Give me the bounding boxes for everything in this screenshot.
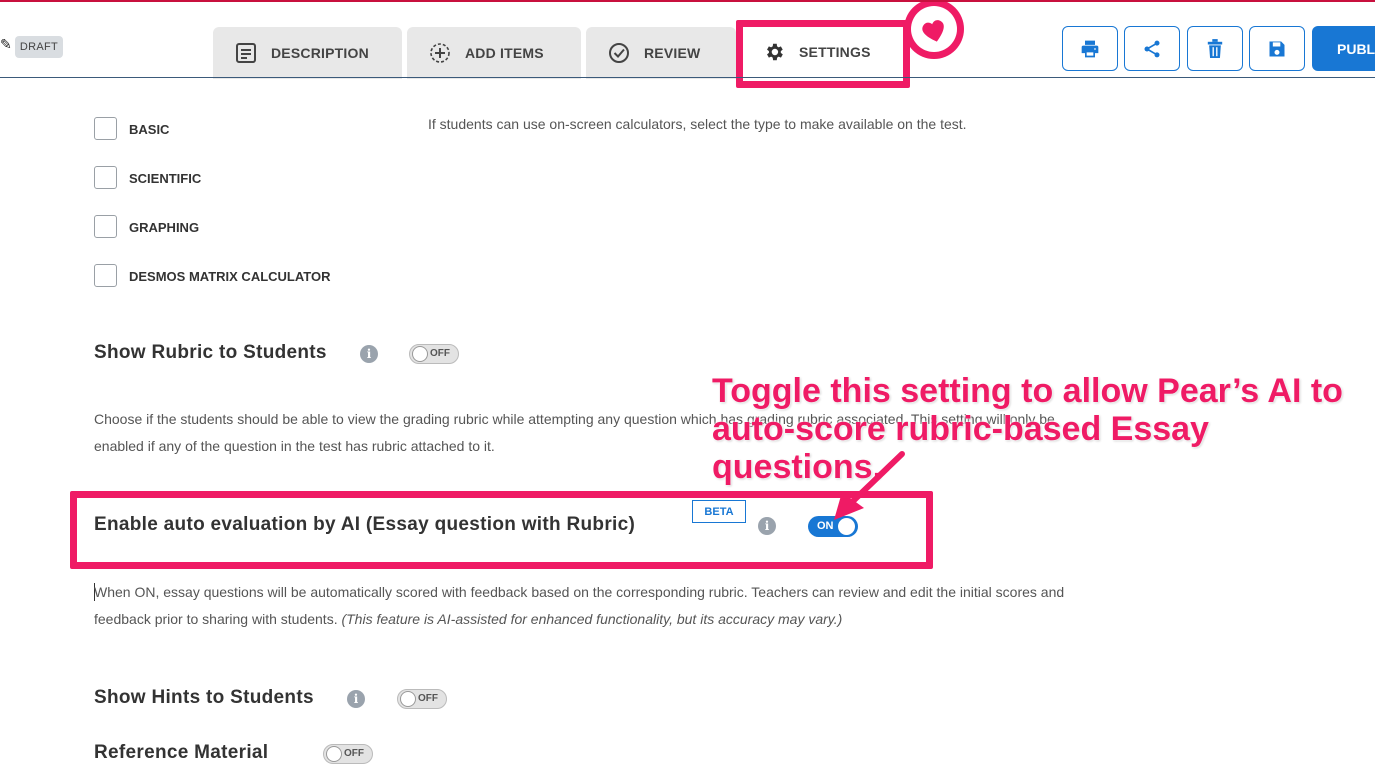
rubric-toggle[interactable]: OFF: [409, 344, 459, 364]
trash-icon: [1207, 38, 1223, 58]
toggle-knob: [412, 346, 428, 362]
pencil-icon[interactable]: ✎: [0, 36, 12, 53]
annotation-callout: Toggle this setting to allow Pear’s AI t…: [712, 372, 1372, 486]
beta-badge: BETA: [692, 500, 746, 523]
info-icon[interactable]: i: [347, 690, 365, 708]
delete-button[interactable]: [1187, 26, 1243, 71]
add-circle-icon: [430, 43, 450, 63]
info-icon[interactable]: i: [758, 517, 776, 535]
header-divider: [0, 77, 1375, 78]
ai-setting-description: When ON, essay questions will be automat…: [94, 579, 1079, 633]
tab-review[interactable]: REVIEW: [586, 27, 736, 79]
save-icon: [1269, 41, 1285, 56]
ai-setting-title: Enable auto evaluation by AI (Essay ques…: [94, 514, 636, 535]
annotation-arrow-icon: [834, 451, 905, 520]
hints-toggle[interactable]: OFF: [397, 689, 447, 709]
check-circle-icon: [609, 43, 629, 63]
calculator-help-text: If students can use on-screen calculator…: [428, 116, 967, 132]
reference-toggle[interactable]: OFF: [323, 744, 373, 764]
annotation-line-1: Toggle this setting to allow Pear’s AI t…: [712, 372, 1343, 410]
description-icon: [236, 43, 256, 63]
print-button[interactable]: [1062, 26, 1118, 71]
hints-setting-title: Show Hints to Students: [94, 687, 314, 708]
toggle-knob: [326, 746, 342, 762]
checkbox-label-basic: BASIC: [129, 122, 170, 137]
reference-setting-title: Reference Material: [94, 742, 269, 763]
publish-button[interactable]: PUBLI: [1312, 26, 1375, 71]
print-icon: [1081, 40, 1099, 57]
checkbox-label-graphing: GRAPHING: [129, 220, 200, 235]
tab-add-items[interactable]: ADD ITEMS: [407, 27, 581, 79]
checkbox-scientific[interactable]: [94, 166, 117, 189]
annotation-line-2: auto-score rubric-based Essay questions.: [712, 410, 1209, 486]
draft-badge: DRAFT: [15, 36, 63, 58]
checkbox-graphing[interactable]: [94, 215, 117, 238]
share-button[interactable]: [1124, 26, 1180, 71]
checkbox-label-desmos-matrix: DESMOS MATRIX CALCULATOR: [129, 269, 331, 284]
rubric-setting-title: Show Rubric to Students: [94, 342, 327, 363]
tab-description[interactable]: DESCRIPTION: [213, 27, 402, 79]
checkbox-label-scientific: SCIENTIFIC: [129, 171, 202, 186]
toggle-state: OFF: [430, 348, 450, 359]
checkbox-basic[interactable]: [94, 117, 117, 140]
tab-label: DESCRIPTION: [271, 45, 369, 61]
info-icon[interactable]: i: [360, 345, 378, 363]
toggle-knob: [400, 691, 416, 707]
share-icon: [1144, 40, 1160, 57]
heart-badge-icon: [904, 2, 964, 59]
toggle-state: OFF: [418, 693, 438, 704]
tab-label: REVIEW: [644, 45, 701, 61]
toggle-state: OFF: [344, 748, 364, 759]
checkbox-desmos-matrix[interactable]: [94, 264, 117, 287]
save-button[interactable]: [1249, 26, 1305, 71]
ai-description-note: (This feature is AI-assisted for enhance…: [341, 611, 843, 627]
tab-label: ADD ITEMS: [465, 45, 544, 61]
header: ✎ DRAFT DESCRIPTION ADD ITEMS REVIEW SET…: [0, 2, 1375, 88]
